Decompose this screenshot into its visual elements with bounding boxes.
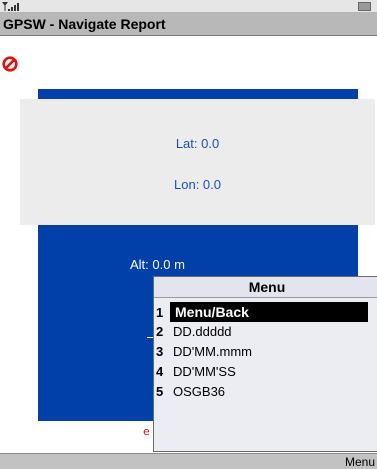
status-bar <box>0 0 377 13</box>
partial-red-icon: e <box>143 425 150 438</box>
menu-item-back[interactable]: 1 Menu/Back <box>154 302 377 322</box>
softkey-bar: Menu <box>0 453 377 469</box>
signal-icon <box>2 2 19 11</box>
menu-title: Menu <box>154 277 377 298</box>
menu-item-number: 3 <box>156 344 164 359</box>
menu-item-number: 1 <box>156 305 164 320</box>
softkey-right[interactable]: Menu <box>345 455 375 469</box>
options-menu: Menu 1 Menu/Back 2 DD.ddddd 3 DD'MM.mmm 4 DD… <box>153 276 377 452</box>
menu-item-osgb36[interactable]: 5 OSGB36 <box>154 382 377 402</box>
menu-item-label: DD'MM.mmm <box>173 344 253 359</box>
menu-item-number: 5 <box>156 384 164 399</box>
menu-item-label: DD.ddddd <box>173 324 232 339</box>
longitude-value: Lon: 0.0 <box>174 177 221 192</box>
window-title: GPSW - Navigate Report <box>3 16 166 32</box>
report-top-band <box>38 89 358 99</box>
menu-item-label: OSGB36 <box>173 384 226 399</box>
phone-screen: GPSW - Navigate Report Lat: 0.0 Lon: 0.0… <box>0 0 377 469</box>
menu-item-dd-mm-ss[interactable]: 4 DD'MM'SS <box>154 362 377 382</box>
battery-icon <box>358 2 371 11</box>
title-bar: GPSW - Navigate Report <box>0 13 377 36</box>
position-panel <box>20 99 375 225</box>
stop-icon[interactable] <box>2 56 18 72</box>
menu-item-dd-decimal[interactable]: 2 DD.ddddd <box>154 322 377 342</box>
menu-item-number: 4 <box>156 364 164 379</box>
menu-item-number: 2 <box>156 324 164 339</box>
altitude-value: Alt: 0.0 m <box>130 257 185 272</box>
latitude-value: Lat: 0.0 <box>175 136 220 151</box>
menu-list: 1 Menu/Back 2 DD.ddddd 3 DD'MM.mmm 4 DD'MM'S… <box>154 298 377 402</box>
menu-item-dd-mm[interactable]: 3 DD'MM.mmm <box>154 342 377 362</box>
menu-item-label: DD'MM'SS <box>173 364 236 379</box>
menu-item-label: Menu/Back <box>170 302 368 322</box>
